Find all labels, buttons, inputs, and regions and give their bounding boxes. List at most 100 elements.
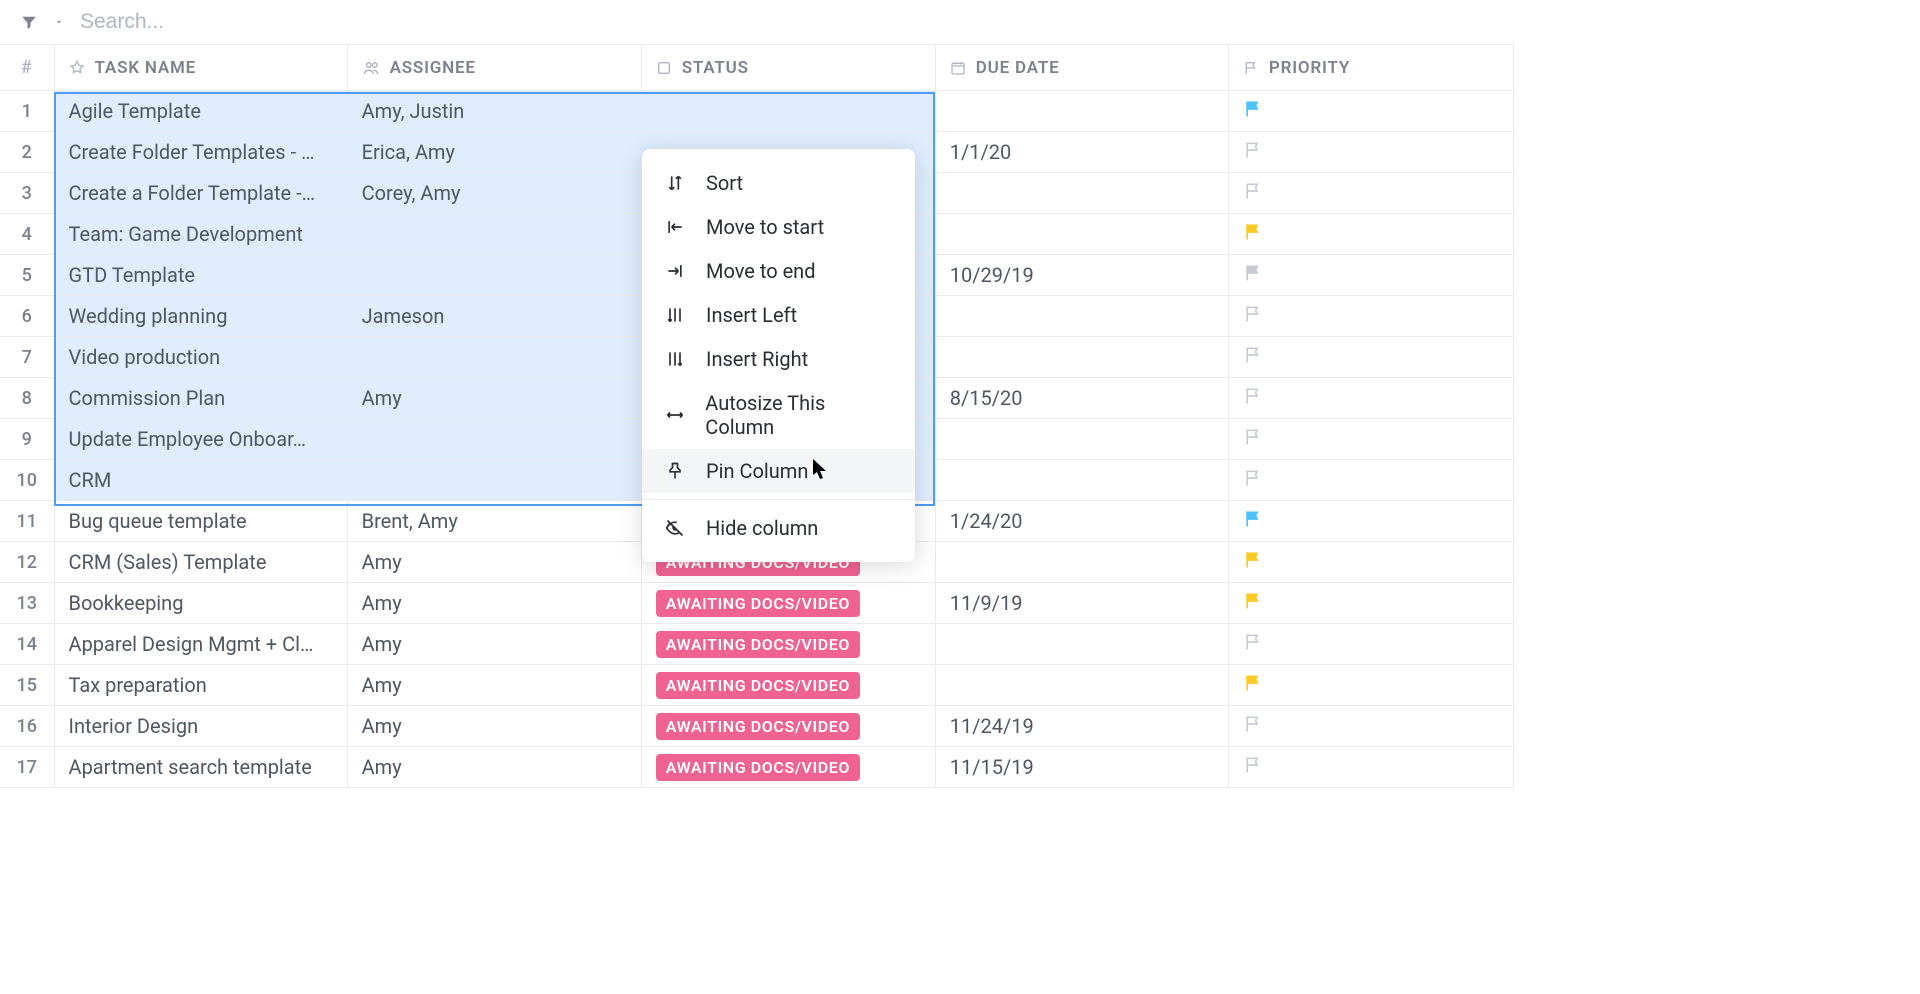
due-date-cell[interactable] bbox=[935, 460, 1228, 501]
priority-cell[interactable] bbox=[1228, 624, 1513, 665]
menu-item-insert-right[interactable]: Insert Right bbox=[642, 337, 915, 381]
menu-item-label: Hide column bbox=[706, 516, 818, 540]
assignee-cell[interactable]: Amy bbox=[347, 747, 641, 788]
due-date-cell[interactable] bbox=[935, 624, 1228, 665]
menu-item-pin[interactable]: Pin Column bbox=[642, 449, 915, 493]
priority-cell[interactable] bbox=[1228, 747, 1513, 788]
priority-cell[interactable] bbox=[1228, 542, 1513, 583]
menu-item-move-start[interactable]: Move to start bbox=[642, 205, 915, 249]
due-date-cell[interactable]: 10/29/19 bbox=[935, 255, 1228, 296]
task-name-cell[interactable]: Commission Plan bbox=[54, 378, 347, 419]
task-name-cell[interactable]: CRM (Sales) Template bbox=[54, 542, 347, 583]
priority-flag-icon bbox=[1243, 755, 1263, 775]
assignee-cell[interactable]: Amy bbox=[347, 665, 641, 706]
status-cell[interactable]: AWAITING DOCS/VIDEO bbox=[641, 624, 935, 665]
menu-item-hide[interactable]: Hide column bbox=[642, 506, 915, 550]
assignee-cell[interactable]: Amy bbox=[347, 583, 641, 624]
table-row[interactable]: 17Apartment search templateAmyAWAITING D… bbox=[0, 747, 1514, 788]
due-date-cell[interactable] bbox=[935, 173, 1228, 214]
priority-cell[interactable] bbox=[1228, 378, 1513, 419]
priority-cell[interactable] bbox=[1228, 460, 1513, 501]
assignee-cell[interactable]: Corey, Amy bbox=[347, 173, 641, 214]
assignee-cell[interactable]: Amy bbox=[347, 378, 641, 419]
table-row[interactable]: 15Tax preparationAmyAWAITING DOCS/VIDEO bbox=[0, 665, 1514, 706]
assignee-cell[interactable]: Erica, Amy bbox=[347, 132, 641, 173]
filter-dropdown-caret[interactable] bbox=[54, 17, 64, 27]
task-name-cell[interactable]: Bookkeeping bbox=[54, 583, 347, 624]
task-name-cell[interactable]: Tax preparation bbox=[54, 665, 347, 706]
due-date-cell[interactable]: 11/24/19 bbox=[935, 706, 1228, 747]
assignee-cell[interactable] bbox=[347, 214, 641, 255]
task-name-cell[interactable]: Apartment search template bbox=[54, 747, 347, 788]
due-date-cell[interactable] bbox=[935, 214, 1228, 255]
table-row[interactable]: 14Apparel Design Mgmt + Cl…AmyAWAITING D… bbox=[0, 624, 1514, 665]
column-header-status[interactable]: STATUS bbox=[641, 45, 935, 91]
due-date-cell[interactable] bbox=[935, 542, 1228, 583]
due-date-cell[interactable] bbox=[935, 296, 1228, 337]
assignee-cell[interactable]: Amy bbox=[347, 706, 641, 747]
priority-cell[interactable] bbox=[1228, 173, 1513, 214]
due-date-cell[interactable] bbox=[935, 337, 1228, 378]
priority-cell[interactable] bbox=[1228, 665, 1513, 706]
assignee-cell[interactable]: Brent, Amy bbox=[347, 501, 641, 542]
status-cell[interactable] bbox=[641, 91, 935, 132]
task-name-cell[interactable]: Update Employee Onboar… bbox=[54, 419, 347, 460]
column-header-task[interactable]: TASK NAME bbox=[54, 45, 347, 91]
task-name-cell[interactable]: Bug queue template bbox=[54, 501, 347, 542]
column-header-num[interactable]: # bbox=[0, 45, 54, 91]
column-header-priority[interactable]: PRIORITY bbox=[1228, 45, 1513, 91]
assignee-cell[interactable] bbox=[347, 337, 641, 378]
priority-cell[interactable] bbox=[1228, 296, 1513, 337]
status-cell[interactable]: AWAITING DOCS/VIDEO bbox=[641, 583, 935, 624]
assignee-cell[interactable] bbox=[347, 419, 641, 460]
assignee-cell[interactable]: Jameson bbox=[347, 296, 641, 337]
priority-cell[interactable] bbox=[1228, 214, 1513, 255]
assignee-cell[interactable]: Amy bbox=[347, 542, 641, 583]
status-cell[interactable]: AWAITING DOCS/VIDEO bbox=[641, 747, 935, 788]
due-date-cell[interactable]: 11/9/19 bbox=[935, 583, 1228, 624]
search-input[interactable] bbox=[80, 10, 380, 34]
task-name-cell[interactable]: Agile Template bbox=[54, 91, 347, 132]
task-name-cell[interactable]: CRM bbox=[54, 460, 347, 501]
menu-item-sort[interactable]: Sort bbox=[642, 161, 915, 205]
due-date-cell[interactable]: 1/1/20 bbox=[935, 132, 1228, 173]
due-date-cell[interactable]: 8/15/20 bbox=[935, 378, 1228, 419]
priority-cell[interactable] bbox=[1228, 583, 1513, 624]
assignee-cell[interactable]: Amy, Justin bbox=[347, 91, 641, 132]
priority-cell[interactable] bbox=[1228, 501, 1513, 542]
task-name-cell[interactable]: Create a Folder Template -… bbox=[54, 173, 347, 214]
assignee-cell[interactable]: Amy bbox=[347, 624, 641, 665]
task-name-cell[interactable]: Create Folder Templates - … bbox=[54, 132, 347, 173]
priority-cell[interactable] bbox=[1228, 419, 1513, 460]
task-name-cell[interactable]: Apparel Design Mgmt + Cl… bbox=[54, 624, 347, 665]
menu-item-move-end[interactable]: Move to end bbox=[642, 249, 915, 293]
status-badge: AWAITING DOCS/VIDEO bbox=[656, 713, 860, 740]
task-name-cell[interactable]: Interior Design bbox=[54, 706, 347, 747]
task-name-cell[interactable]: GTD Template bbox=[54, 255, 347, 296]
status-cell[interactable]: AWAITING DOCS/VIDEO bbox=[641, 665, 935, 706]
assignee-cell[interactable] bbox=[347, 460, 641, 501]
priority-cell[interactable] bbox=[1228, 132, 1513, 173]
menu-item-autosize[interactable]: Autosize This Column bbox=[642, 381, 915, 449]
due-date-cell[interactable] bbox=[935, 419, 1228, 460]
priority-cell[interactable] bbox=[1228, 706, 1513, 747]
task-name-cell[interactable]: Video production bbox=[54, 337, 347, 378]
table-row[interactable]: 13BookkeepingAmyAWAITING DOCS/VIDEO11/9/… bbox=[0, 583, 1514, 624]
due-date-cell[interactable]: 1/24/20 bbox=[935, 501, 1228, 542]
table-row[interactable]: 1Agile TemplateAmy, Justin bbox=[0, 91, 1514, 132]
due-date-cell[interactable] bbox=[935, 665, 1228, 706]
task-name-cell[interactable]: Team: Game Development bbox=[54, 214, 347, 255]
priority-cell[interactable] bbox=[1228, 337, 1513, 378]
column-header-due[interactable]: DUE DATE bbox=[935, 45, 1228, 91]
status-cell[interactable]: AWAITING DOCS/VIDEO bbox=[641, 706, 935, 747]
filter-icon[interactable] bbox=[20, 13, 38, 31]
menu-item-insert-left[interactable]: Insert Left bbox=[642, 293, 915, 337]
table-row[interactable]: 16Interior DesignAmyAWAITING DOCS/VIDEO1… bbox=[0, 706, 1514, 747]
priority-cell[interactable] bbox=[1228, 91, 1513, 132]
due-date-cell[interactable]: 11/15/19 bbox=[935, 747, 1228, 788]
due-date-cell[interactable] bbox=[935, 91, 1228, 132]
column-header-assignee[interactable]: ASSIGNEE bbox=[347, 45, 641, 91]
assignee-cell[interactable] bbox=[347, 255, 641, 296]
priority-cell[interactable] bbox=[1228, 255, 1513, 296]
task-name-cell[interactable]: Wedding planning bbox=[54, 296, 347, 337]
